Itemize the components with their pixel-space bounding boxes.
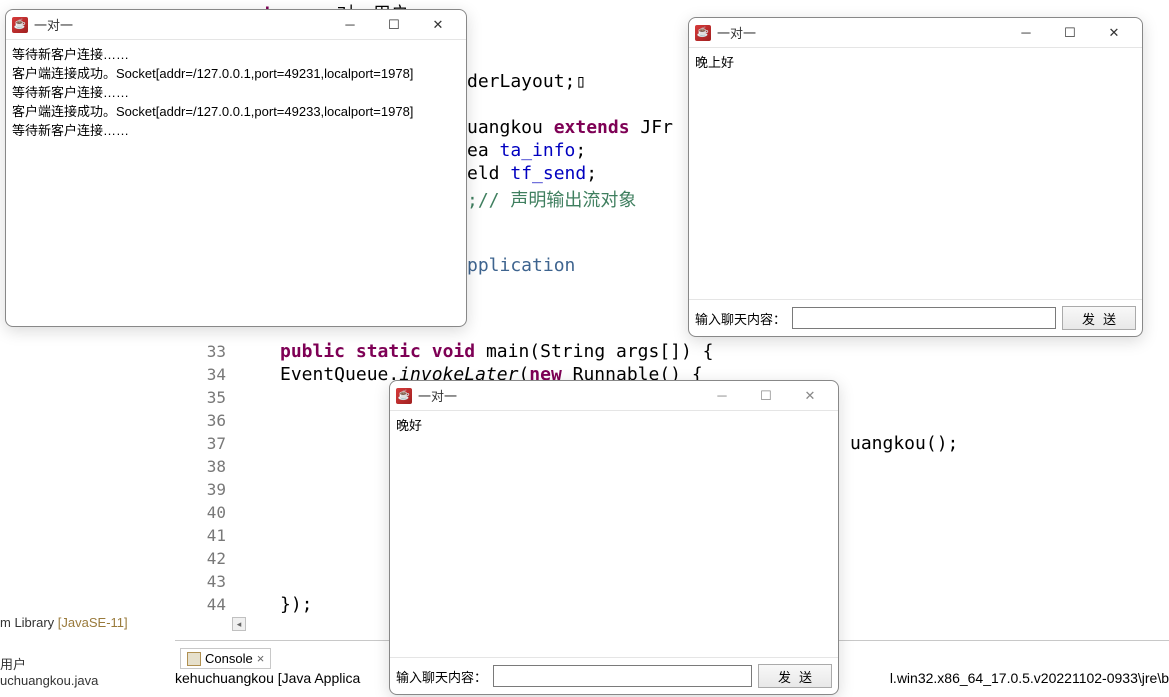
sidebar-fragment: m Library [JavaSE-11] 用户 uchuangkou.java: [0, 615, 128, 688]
line-num: 37: [186, 432, 226, 455]
chat-input-row: 输入聊天内容： 发送: [390, 657, 838, 694]
maximize-button[interactable]: ☐: [744, 382, 788, 410]
cmt-frag: ;// 声明输出流对象: [467, 186, 636, 212]
lib-version: [JavaSE-11]: [58, 615, 128, 630]
console-status: l.win32.x86_64_17.0.5.v20221102-0933\jre…: [890, 670, 1169, 686]
log-line: 等待新客户连接……: [12, 82, 460, 101]
line-num: 43: [186, 570, 226, 593]
server-window: ☕ 一对一 ─ ☐ ✕ 等待新客户连接…… 客户端连接成功。Socket[add…: [5, 9, 467, 327]
class-decl-frag: uangkou extends JFr: [467, 117, 673, 138]
console-label: Console: [205, 651, 253, 666]
log-area: 等待新客户连接…… 客户端连接成功。Socket[addr=/127.0.0.1…: [6, 40, 466, 326]
titlebar[interactable]: ☕ 一对一 ─ ☐ ✕: [689, 18, 1142, 48]
chat-input[interactable]: [493, 665, 752, 687]
line-num: 42: [186, 547, 226, 570]
file-label: uchuangkou.java: [0, 673, 128, 688]
maximize-button[interactable]: ☐: [372, 11, 416, 39]
minimize-button[interactable]: ─: [1004, 19, 1048, 47]
minimize-button[interactable]: ─: [700, 382, 744, 410]
line-num: 41: [186, 524, 226, 547]
log-line: 等待新客户连接……: [12, 44, 460, 63]
send-button[interactable]: 发送: [1062, 306, 1136, 330]
close-icon[interactable]: ×: [257, 651, 265, 666]
lib-label: m Library: [0, 615, 58, 630]
pkg-label: 用户: [0, 654, 128, 673]
maximize-button[interactable]: ☐: [1048, 19, 1092, 47]
console-icon: [187, 652, 201, 666]
console-process: kehuchuangkou [Java Applica: [175, 670, 360, 686]
window-title: 一对一: [418, 386, 457, 405]
line-num: 34: [186, 363, 226, 386]
line-num: 39: [186, 478, 226, 501]
chat-window-active: ☕ 一对一 ─ ☐ ✕ 晚上好 输入聊天内容： 发送: [688, 17, 1143, 337]
chat-input[interactable]: [792, 307, 1056, 329]
chat-label: 输入聊天内容：: [695, 309, 786, 328]
log-line: 客户端连接成功。Socket[addr=/127.0.0.1,port=4923…: [12, 63, 460, 82]
line-num: 44: [186, 593, 226, 616]
titlebar[interactable]: ☕ 一对一 ─ ☐ ✕: [390, 381, 838, 411]
line-num: 35: [186, 386, 226, 409]
tf-frag: eld tf_send;: [467, 163, 597, 184]
line-num: 36: [186, 409, 226, 432]
hscroll-left[interactable]: ◂: [232, 617, 246, 631]
window-title: 一对一: [717, 23, 756, 42]
log-line: 等待新客户连接……: [12, 120, 460, 139]
console-tab[interactable]: Console ×: [180, 648, 271, 669]
chat-area: 晚上好: [689, 48, 1142, 299]
log-line: 客户端连接成功。Socket[addr=/127.0.0.1,port=4923…: [12, 101, 460, 120]
chat-window-inactive: ☕ 一对一 ─ ☐ ✕ 晚好 输入聊天内容： 发送: [389, 380, 839, 695]
chat-area: 晚好: [390, 411, 838, 657]
app-frag: pplication: [467, 255, 575, 276]
close-button[interactable]: ✕: [416, 11, 460, 39]
line-num: 40: [186, 501, 226, 524]
java-icon: ☕: [695, 25, 711, 41]
gutter: 33 34 35 36 37 38 39 40 41 42 43 44: [186, 340, 226, 616]
java-icon: ☕: [12, 17, 28, 33]
window-title: 一对一: [34, 15, 73, 34]
close-button[interactable]: ✕: [788, 382, 832, 410]
titlebar[interactable]: ☕ 一对一 ─ ☐ ✕: [6, 10, 466, 40]
java-icon: ☕: [396, 388, 412, 404]
chat-label: 输入聊天内容：: [396, 667, 487, 686]
line-num: 33: [186, 340, 226, 363]
chat-input-row: 输入聊天内容： 发送: [689, 299, 1142, 336]
line-num: 38: [186, 455, 226, 478]
import-frag: derLayout;▯: [467, 71, 586, 92]
send-button[interactable]: 发送: [758, 664, 832, 688]
ta-frag: ea ta_info;: [467, 140, 586, 161]
minimize-button[interactable]: ─: [328, 11, 372, 39]
close-button[interactable]: ✕: [1092, 19, 1136, 47]
